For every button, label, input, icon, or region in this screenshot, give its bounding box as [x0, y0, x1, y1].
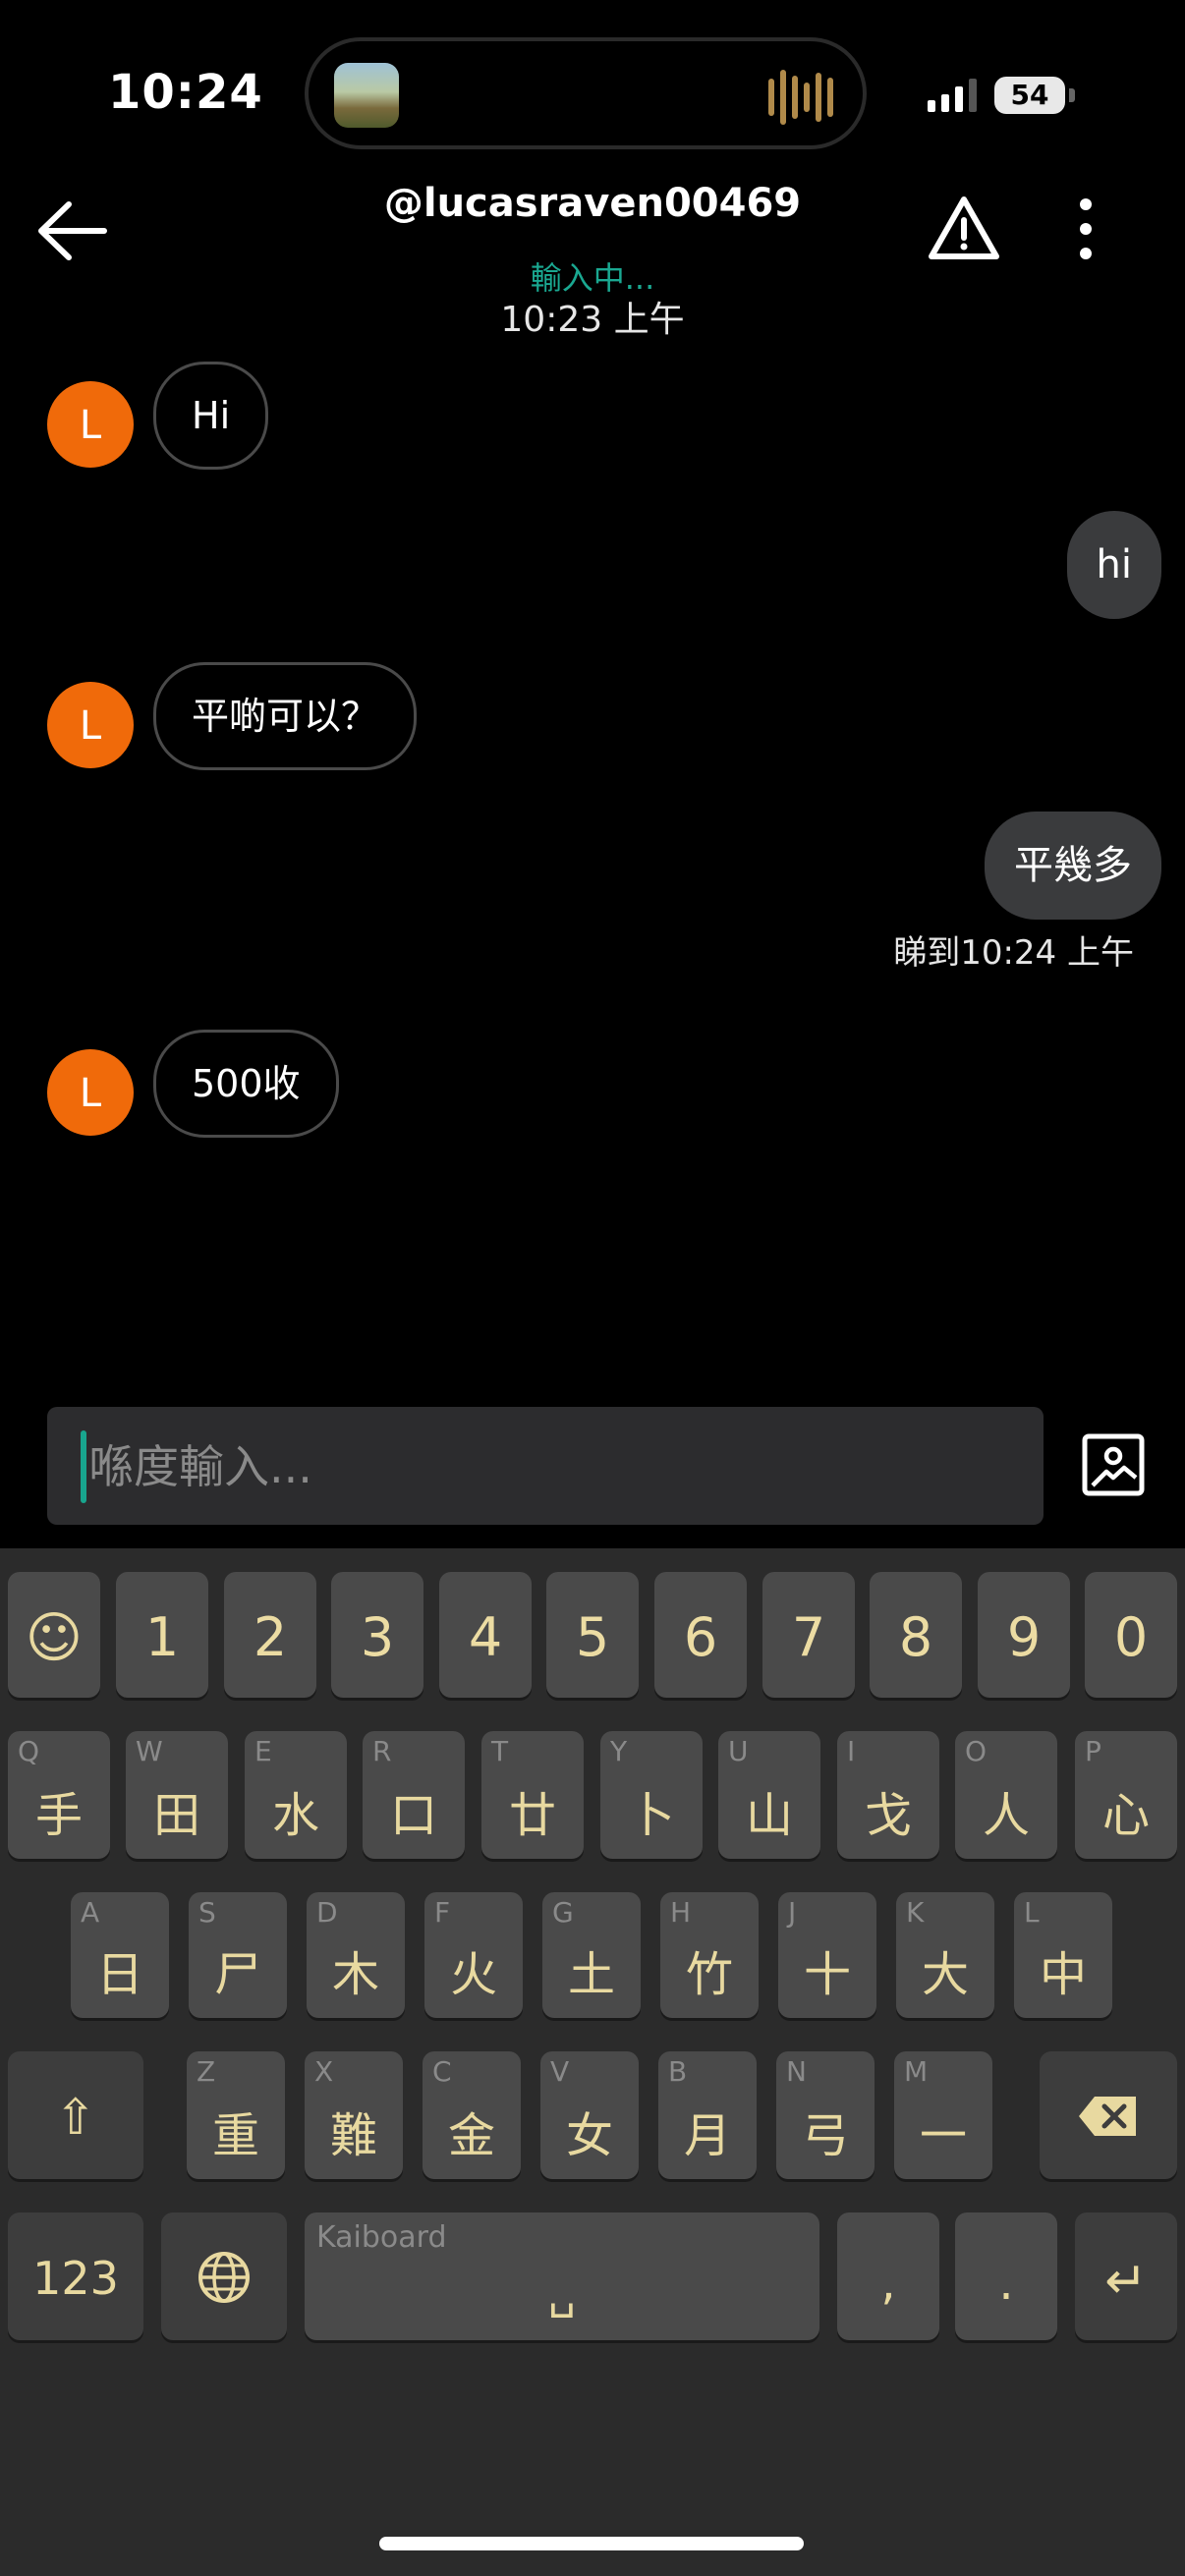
backspace-key[interactable]	[1040, 2051, 1177, 2179]
key-j[interactable]: J十	[778, 1892, 876, 2018]
key-5[interactable]: 5	[546, 1572, 639, 1698]
return-key[interactable]: ↵	[1075, 2212, 1177, 2340]
battery-tip	[1069, 88, 1075, 102]
backspace-icon	[1079, 2097, 1136, 2136]
key-o[interactable]: O人	[955, 1731, 1057, 1859]
comma-key[interactable]: ,	[837, 2212, 939, 2340]
home-indicator[interactable]	[379, 2537, 804, 2550]
key-w[interactable]: W田	[126, 1731, 228, 1859]
key-m[interactable]: M一	[894, 2051, 992, 2179]
message-input-placeholder: 喺度輸入...	[88, 1440, 312, 1493]
key-2[interactable]: 2	[224, 1572, 316, 1698]
key-l[interactable]: L中	[1014, 1892, 1112, 2018]
key-k[interactable]: K大	[896, 1892, 994, 2018]
key-4[interactable]: 4	[439, 1572, 532, 1698]
audio-waveform-icon	[768, 69, 833, 126]
key-z[interactable]: Z重	[187, 2051, 285, 2179]
conversation-timestamp: 10:23 上午	[500, 300, 685, 340]
image-picker-icon[interactable]	[1081, 1432, 1146, 1497]
key-7[interactable]: 7	[762, 1572, 855, 1698]
key-u[interactable]: U山	[718, 1731, 820, 1859]
globe-key[interactable]	[161, 2212, 287, 2340]
incoming-message[interactable]: 500收	[153, 1030, 339, 1138]
status-time: 10:24	[108, 65, 263, 120]
key-n[interactable]: N弓	[776, 2051, 875, 2179]
text-cursor	[81, 1430, 86, 1503]
key-s[interactable]: S尸	[189, 1892, 287, 2018]
key-h[interactable]: H竹	[660, 1892, 759, 2018]
dynamic-island[interactable]	[305, 37, 867, 149]
key-c[interactable]: C金	[423, 2051, 521, 2179]
key-0[interactable]: 0	[1085, 1572, 1177, 1698]
key-y[interactable]: Y卜	[600, 1731, 703, 1859]
avatar[interactable]: L	[47, 682, 134, 768]
globe-icon	[198, 2252, 250, 2303]
cellular-signal-icon	[928, 79, 977, 112]
space-key[interactable]: Kaiboard ␣	[305, 2212, 819, 2340]
key-a[interactable]: A日	[71, 1892, 169, 2018]
key-p[interactable]: P心	[1075, 1731, 1177, 1859]
key-b[interactable]: B月	[658, 2051, 757, 2179]
read-receipt: 睇到10:24 上午	[893, 933, 1134, 973]
key-g[interactable]: G土	[542, 1892, 641, 2018]
numbers-mode-key[interactable]: 123	[8, 2212, 143, 2340]
key-3[interactable]: 3	[331, 1572, 423, 1698]
key-q[interactable]: Q手	[8, 1731, 110, 1859]
key-e[interactable]: E水	[245, 1731, 347, 1859]
emoji-key[interactable]: ☺	[8, 1572, 100, 1698]
outgoing-message[interactable]: 平幾多	[985, 812, 1161, 920]
key-1[interactable]: 1	[116, 1572, 208, 1698]
key-d[interactable]: D木	[307, 1892, 405, 2018]
key-v[interactable]: V女	[540, 2051, 639, 2179]
avatar[interactable]: L	[47, 381, 134, 468]
incoming-message[interactable]: Hi	[153, 362, 269, 470]
incoming-message[interactable]: 平啲可以？	[153, 662, 418, 770]
key-6[interactable]: 6	[654, 1572, 747, 1698]
now-playing-artwork	[334, 63, 399, 128]
conversation-title: @lucasraven00469	[383, 181, 802, 226]
key-8[interactable]: 8	[870, 1572, 962, 1698]
shift-key[interactable]: ⇧	[8, 2051, 143, 2179]
key-i[interactable]: I戈	[837, 1731, 939, 1859]
battery-indicator: 54	[994, 77, 1065, 114]
key-t[interactable]: T廿	[481, 1731, 584, 1859]
more-options-icon[interactable]	[1071, 195, 1100, 263]
key-9[interactable]: 9	[978, 1572, 1070, 1698]
avatar[interactable]: L	[47, 1049, 134, 1136]
period-key[interactable]: .	[955, 2212, 1057, 2340]
key-r[interactable]: R口	[363, 1731, 465, 1859]
outgoing-message[interactable]: hi	[1066, 511, 1161, 619]
key-f[interactable]: F火	[424, 1892, 523, 2018]
key-x[interactable]: X難	[305, 2051, 403, 2179]
report-warning-icon[interactable]	[928, 195, 1000, 261]
